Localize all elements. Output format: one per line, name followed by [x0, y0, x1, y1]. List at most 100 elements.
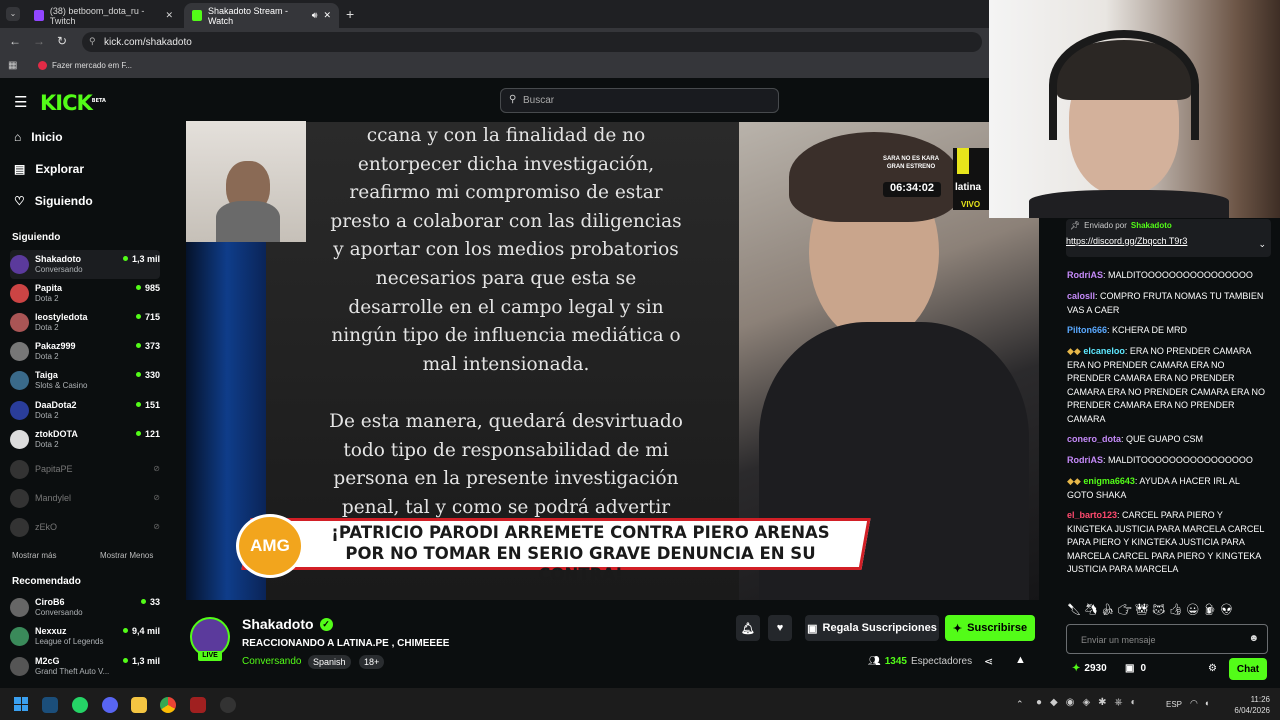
- viewers-icon: 👥︎: [868, 656, 881, 667]
- nav-home[interactable]: ⌂ Inicio: [14, 130, 63, 144]
- latina-mark: [957, 148, 969, 174]
- follow-button[interactable]: ♥: [768, 615, 792, 641]
- verified-icon: ✓: [319, 617, 333, 631]
- sidebar-channel-pakaz999[interactable]: Pakaz999 Dota 2 373: [10, 337, 160, 366]
- chat-panel: [1057, 218, 1280, 688]
- pinned-link[interactable]: https://discord.gg/Zbqcch T9r3: [1066, 236, 1187, 246]
- discord-icon[interactable]: [102, 697, 118, 713]
- beta-badge: BETA: [91, 98, 106, 104]
- sidebar-channel-mandylel[interactable]: Mandylel ⊘: [10, 484, 160, 513]
- nav-following[interactable]: ♡ Siguiendo: [14, 194, 93, 208]
- network-volume-icons[interactable]: ◠◖: [1190, 698, 1215, 709]
- tab-kick[interactable]: Shakadoto Stream - Watch 🔊︎ ✕: [184, 3, 339, 28]
- sidebar-channel-nexxuz[interactable]: Nexxuz League of Legends 9,4 mil: [10, 622, 160, 651]
- avatar: [10, 460, 29, 479]
- chat-message: ◆◆ enigma6643: AYUDA A HACER IRL AL GOTO…: [1067, 476, 1240, 500]
- tab-twitch[interactable]: (38) betboom_dota_ru - Twitch ✕: [26, 3, 181, 28]
- news-banner-text: ¡PATRICIO PARODI ARREMETE CONTRA PIERO A…: [331, 523, 830, 584]
- latina-logo: latina VIVO: [953, 148, 989, 210]
- chat-input-placeholder: Enviar un mensaje: [1081, 635, 1156, 645]
- clock[interactable]: 11:26 6/04/2026: [1226, 694, 1270, 716]
- video-document-text: ccana y con la finalidad de no entorpece…: [329, 125, 683, 518]
- report-icon[interactable]: ▲: [1015, 654, 1026, 666]
- stream-title: REACCIONANDO A LATINA.PE , CHIMEEEE: [242, 638, 450, 649]
- reactor-webcam-overlay: [186, 121, 306, 242]
- bell-icon: 🔔︎: [741, 622, 755, 635]
- twitch-icon: [34, 10, 44, 21]
- viewer-count: 330: [136, 370, 160, 380]
- sidebar-channel-ztokdota[interactable]: ztokDOTA Dota 2 121: [10, 425, 160, 454]
- avatar: [10, 489, 29, 508]
- close-icon[interactable]: ✕: [165, 10, 173, 21]
- chrome-icon[interactable]: [160, 697, 176, 713]
- viewer-count: 33: [141, 597, 160, 607]
- new-tab-button[interactable]: +: [346, 6, 354, 22]
- gift-count[interactable]: ▣ 0: [1125, 663, 1146, 674]
- sidebar-channel-leostyledota[interactable]: leostyledota Dota 2 715: [10, 308, 160, 337]
- sidebar-channel-cirob6[interactable]: CiroB6 Conversando 33: [10, 593, 160, 622]
- reactor-shirt: [216, 201, 280, 242]
- steam-icon[interactable]: [42, 697, 58, 713]
- tab-search-button[interactable]: ⌄: [6, 7, 20, 21]
- sidebar-channel-shakadoto[interactable]: Shakadoto Conversando 1,3 mil: [10, 250, 160, 279]
- pinned-message[interactable]: 📌︎ Enviado por Shakadoto https://discord…: [1066, 219, 1271, 257]
- chat-message: RodriAS: MALDITOOOOOOOOOOOOOOOO: [1067, 455, 1253, 465]
- windows-start-icon[interactable]: [14, 697, 28, 711]
- tray-icons[interactable]: ●◆◉◈✱⎈◐: [1036, 697, 1145, 708]
- back-icon[interactable]: ←: [9, 34, 21, 48]
- viewer-stats: 👥︎ 1345 Espectadores: [868, 656, 973, 667]
- kick-header: [0, 80, 990, 122]
- speaker-icon[interactable]: 🔊︎: [312, 10, 318, 21]
- show-less-link[interactable]: Mostrar Menos: [100, 551, 153, 560]
- search-input[interactable]: ⚲ Buscar: [500, 88, 779, 113]
- chat-message: Pilton666: KCHERA DE MRD: [1067, 325, 1188, 335]
- language-indicator[interactable]: ESP: [1166, 700, 1182, 709]
- channel-points[interactable]: ✦ 2930: [1072, 663, 1107, 674]
- tab-label: Shakadoto Stream - Watch: [207, 5, 289, 26]
- app-icon[interactable]: [220, 697, 236, 713]
- kick-logo[interactable]: KICKBETA: [40, 91, 106, 115]
- close-icon[interactable]: ✕: [323, 10, 331, 21]
- menu-icon[interactable]: ☰: [14, 93, 27, 111]
- forward-icon[interactable]: →: [33, 34, 45, 48]
- subscribe-button[interactable]: ✦ Suscribirse: [945, 615, 1035, 641]
- tray-chevron-icon[interactable]: ⌃: [1016, 699, 1024, 710]
- notification-bell-button[interactable]: 🔔︎: [736, 615, 760, 641]
- settings-icon[interactable]: ⚙: [1208, 663, 1217, 674]
- sidebar-channel-taiga[interactable]: Taiga Slots & Casino 330: [10, 366, 160, 395]
- emoji-icon[interactable]: ☻: [1248, 633, 1259, 644]
- tag-language[interactable]: Spanish: [308, 655, 351, 669]
- sidebar-channel-papita[interactable]: Papita Dota 2 985: [10, 279, 160, 308]
- sidebar-channel-daadota2[interactable]: DaaDota2 Dota 2 151: [10, 396, 160, 425]
- apps-icon[interactable]: ▦: [8, 60, 17, 71]
- chat-input[interactable]: Enviar un mensaje ☻: [1066, 624, 1268, 654]
- tag-age[interactable]: 18+: [359, 655, 385, 669]
- bookmarks-bar: ▦ Fazer mercado em F...: [0, 56, 990, 78]
- gift-subs-button[interactable]: ▣ Regala Suscripciones: [805, 615, 939, 641]
- person-hair: [789, 132, 959, 222]
- site-info-icon[interactable]: ⚲: [89, 36, 96, 47]
- send-chat-button[interactable]: Chat: [1229, 658, 1267, 680]
- viewer-count: 121: [136, 429, 160, 439]
- emote-bar[interactable]: 🔪︎🦄︎🍌︎👉︎👑︎🐱︎👍︎😀︎🍺︎👽︎: [1067, 603, 1267, 616]
- sidebar-channel-zeko[interactable]: zEkO ⊘: [10, 513, 160, 542]
- folder-icon[interactable]: [131, 697, 147, 713]
- avatar: [10, 598, 29, 617]
- sidebar-channel-m2cg[interactable]: M2cG Grand Theft Auto V... 1,3 mil: [10, 652, 160, 681]
- dota-icon[interactable]: [190, 697, 206, 713]
- reload-icon[interactable]: ↻: [57, 34, 67, 48]
- nav-explore[interactable]: ▤ Explorar: [14, 162, 84, 176]
- url-text: kick.com/shakadoto: [104, 36, 192, 48]
- sidebar-channel-papitape[interactable]: PapitaPE ⊘: [10, 455, 160, 484]
- pin-icon: 📌︎: [1070, 221, 1081, 230]
- url-input[interactable]: ⚲ kick.com/shakadoto: [82, 32, 982, 52]
- show-more-link[interactable]: Mostrar más: [12, 551, 56, 560]
- viewer-count: 715: [136, 312, 160, 322]
- bookmark-item[interactable]: Fazer mercado em F...: [38, 61, 132, 70]
- search-placeholder: Buscar: [523, 95, 555, 106]
- stream-category[interactable]: Conversando: [242, 656, 301, 667]
- share-icon[interactable]: ⋖: [984, 655, 993, 668]
- whatsapp-icon[interactable]: [72, 697, 88, 713]
- channel-name[interactable]: Shakadoto ✓: [242, 616, 333, 632]
- chevron-down-icon[interactable]: ⌄: [1258, 239, 1266, 250]
